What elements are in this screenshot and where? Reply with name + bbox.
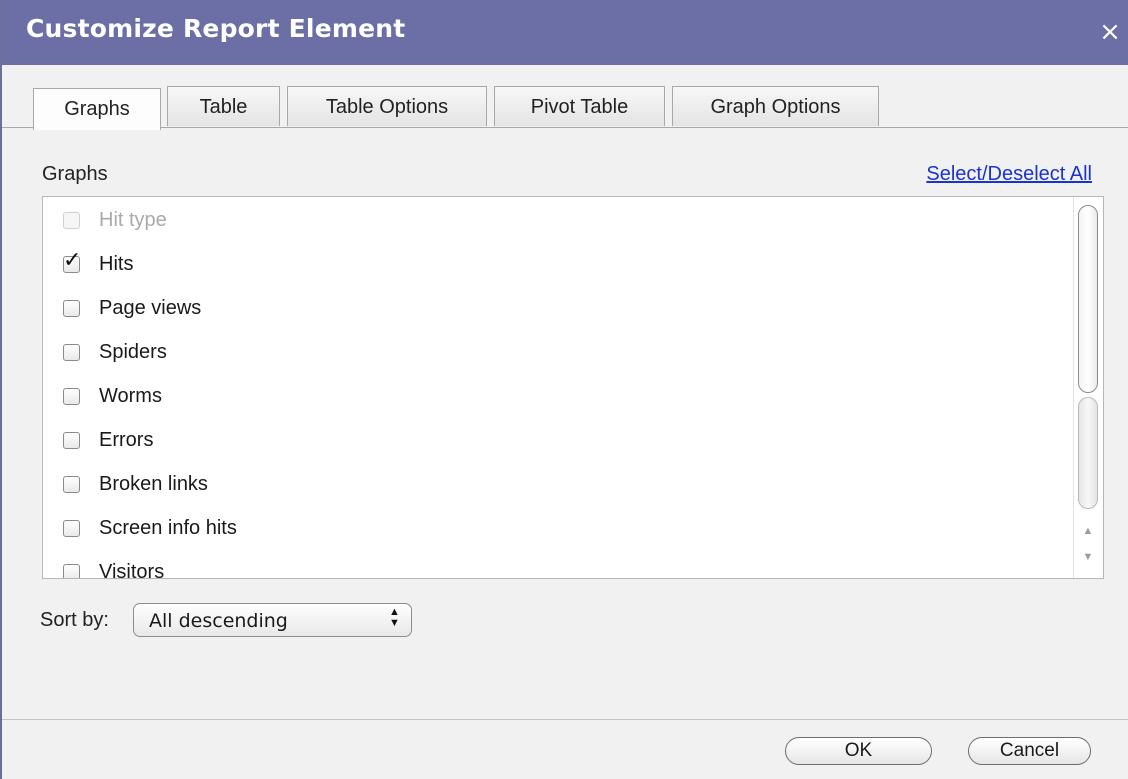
list-item-label: Worms <box>99 384 162 407</box>
list-item-label: Hits <box>99 252 134 275</box>
tab-divider <box>2 127 1128 128</box>
tab-table[interactable]: Table <box>167 86 280 126</box>
list-item-broken-links[interactable]: Broken links <box>63 469 208 499</box>
graphs-list[interactable]: Hit type ✓ Hits Page views Spiders Worms… <box>42 196 1104 579</box>
list-item-hit-type: Hit type <box>63 205 167 235</box>
ok-button[interactable]: OK <box>785 737 932 765</box>
select-updown-icon: ▲ ▼ <box>389 606 400 629</box>
checkbox[interactable] <box>63 431 80 449</box>
checkmark-icon: ✓ <box>63 246 82 272</box>
tab-table-options[interactable]: Table Options <box>287 86 487 126</box>
cancel-button[interactable]: Cancel <box>968 737 1091 765</box>
tab-graph-options[interactable]: Graph Options <box>672 86 879 126</box>
select-deselect-all-link[interactable]: Select/Deselect All <box>878 163 1092 186</box>
list-item-label: Errors <box>99 428 154 451</box>
list-item-label: Spiders <box>99 340 167 363</box>
graphs-section-label: Graphs <box>42 163 108 185</box>
vertical-scrollbar[interactable]: ▲ ▼ <box>1073 197 1103 578</box>
list-item-page-views[interactable]: Page views <box>63 293 201 323</box>
list-item-visitors[interactable]: Visitors <box>63 557 165 579</box>
sort-by-select[interactable]: All descending ▲ ▼ <box>133 603 412 637</box>
list-item-label: Screen info hits <box>99 516 237 539</box>
scrollbar-track[interactable] <box>1078 397 1098 509</box>
sort-by-label: Sort by: <box>40 609 109 631</box>
checkbox[interactable] <box>63 519 80 537</box>
checkbox[interactable] <box>63 299 80 317</box>
scroll-up-icon[interactable]: ▲ <box>1078 521 1098 541</box>
checkbox[interactable]: ✓ <box>63 248 81 273</box>
dialog-titlebar: Customize Report Element × <box>2 0 1128 65</box>
list-item-label: Broken links <box>99 472 208 495</box>
tab-graphs[interactable]: Graphs <box>33 88 161 130</box>
checkbox[interactable] <box>63 387 80 405</box>
list-item-hits[interactable]: ✓ Hits <box>63 248 134 279</box>
checkbox[interactable] <box>63 343 80 361</box>
sort-by-value: All descending <box>149 610 288 632</box>
customize-report-dialog: Customize Report Element × Graphs Table … <box>0 0 1128 779</box>
checkbox[interactable] <box>63 475 80 493</box>
list-item-spiders[interactable]: Spiders <box>63 337 167 367</box>
checkbox[interactable] <box>63 563 80 578</box>
dialog-footer <box>2 720 1128 779</box>
checkbox <box>63 211 80 229</box>
list-item-errors[interactable]: Errors <box>63 425 153 455</box>
list-item-label: Hit type <box>99 208 167 231</box>
list-item-label: Page views <box>99 296 202 319</box>
scroll-down-icon[interactable]: ▼ <box>1078 547 1098 567</box>
dialog-title: Customize Report Element <box>26 14 406 43</box>
tab-bar: Graphs Table Table Options Pivot Table G… <box>2 86 1128 130</box>
tab-pivot-table[interactable]: Pivot Table <box>494 86 665 126</box>
list-item-worms[interactable]: Worms <box>63 381 162 411</box>
list-item-screen-info-hits[interactable]: Screen info hits <box>63 513 237 543</box>
close-icon[interactable]: × <box>1095 17 1125 47</box>
list-item-label: Visitors <box>99 560 165 579</box>
scrollbar-thumb[interactable] <box>1078 205 1098 393</box>
